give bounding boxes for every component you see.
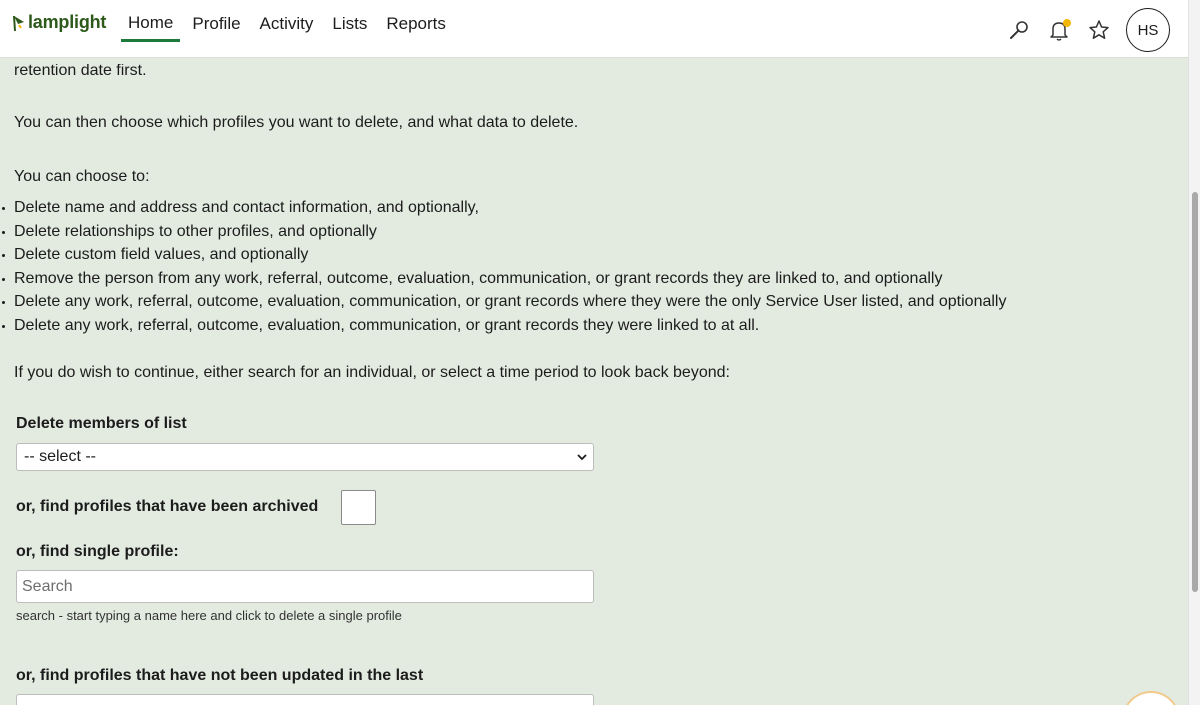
not-updated-label: or, find profiles that have not been upd…: [16, 667, 424, 684]
search-icon[interactable]: [1006, 17, 1032, 43]
avatar-initials: HS: [1137, 21, 1159, 39]
archived-label: or, find profiles that have been archive…: [16, 498, 319, 515]
lamplight-logo[interactable]: lamplight: [12, 12, 106, 32]
nav-reports-label: Reports: [386, 14, 446, 33]
page-scrollbar[interactable]: [1188, 0, 1200, 705]
list-item: Delete any work, referral, outcome, eval…: [1, 292, 1006, 316]
options-list: Delete name and address and contact info…: [1, 198, 1006, 340]
bell-icon[interactable]: [1046, 17, 1072, 43]
archived-checkbox[interactable]: [341, 490, 376, 525]
list-item: Delete name and address and contact info…: [1, 198, 1006, 222]
intro-text: You can then choose which profiles you w…: [14, 114, 579, 131]
search-hint: search - start typing a name here and cl…: [16, 608, 402, 623]
nav-activity[interactable]: Activity: [253, 0, 321, 48]
main-nav: Home Profile Activity Lists Reports: [121, 0, 458, 58]
lamp-icon: [13, 15, 24, 32]
nav-profile-label: Profile: [192, 14, 241, 33]
help-button[interactable]: [1122, 691, 1180, 705]
star-icon[interactable]: [1086, 17, 1112, 43]
top-navigation-bar: lamplight Home Profile Activity Lists Re…: [0, 0, 1188, 58]
brand-name: lamplight: [28, 12, 107, 32]
cut-off-text: retention date first.: [14, 62, 147, 79]
profile-search-input[interactable]: [16, 570, 594, 603]
notification-dot: [1063, 19, 1071, 27]
list-item: Delete custom field values, and optional…: [1, 245, 1006, 269]
choose-heading: You can choose to:: [14, 168, 150, 185]
nav-home[interactable]: Home: [121, 0, 181, 42]
list-item: Delete any work, referral, outcome, eval…: [1, 316, 1006, 340]
nav-reports[interactable]: Reports: [379, 0, 453, 48]
time-period-select[interactable]: [16, 694, 594, 705]
nav-home-label: Home: [128, 12, 174, 32]
list-select-label: Delete members of list: [16, 415, 187, 432]
list-select-value: -- select --: [24, 448, 96, 465]
nav-profile[interactable]: Profile: [185, 0, 247, 48]
single-profile-label: or, find single profile:: [16, 543, 179, 560]
nav-activity-label: Activity: [259, 14, 314, 33]
list-item: Remove the person from any work, referra…: [1, 269, 1006, 293]
list-select[interactable]: -- select --: [16, 443, 594, 471]
user-avatar[interactable]: HS: [1126, 8, 1170, 52]
nav-lists[interactable]: Lists: [325, 0, 374, 48]
header-actions: HS: [1006, 8, 1170, 52]
nav-lists-label: Lists: [332, 14, 368, 33]
list-item: Delete relationships to other profiles, …: [1, 222, 1006, 246]
continue-text: If you do wish to continue, either searc…: [14, 364, 730, 381]
chevron-down-icon: [577, 454, 587, 461]
scrollbar-thumb[interactable]: [1192, 192, 1198, 592]
